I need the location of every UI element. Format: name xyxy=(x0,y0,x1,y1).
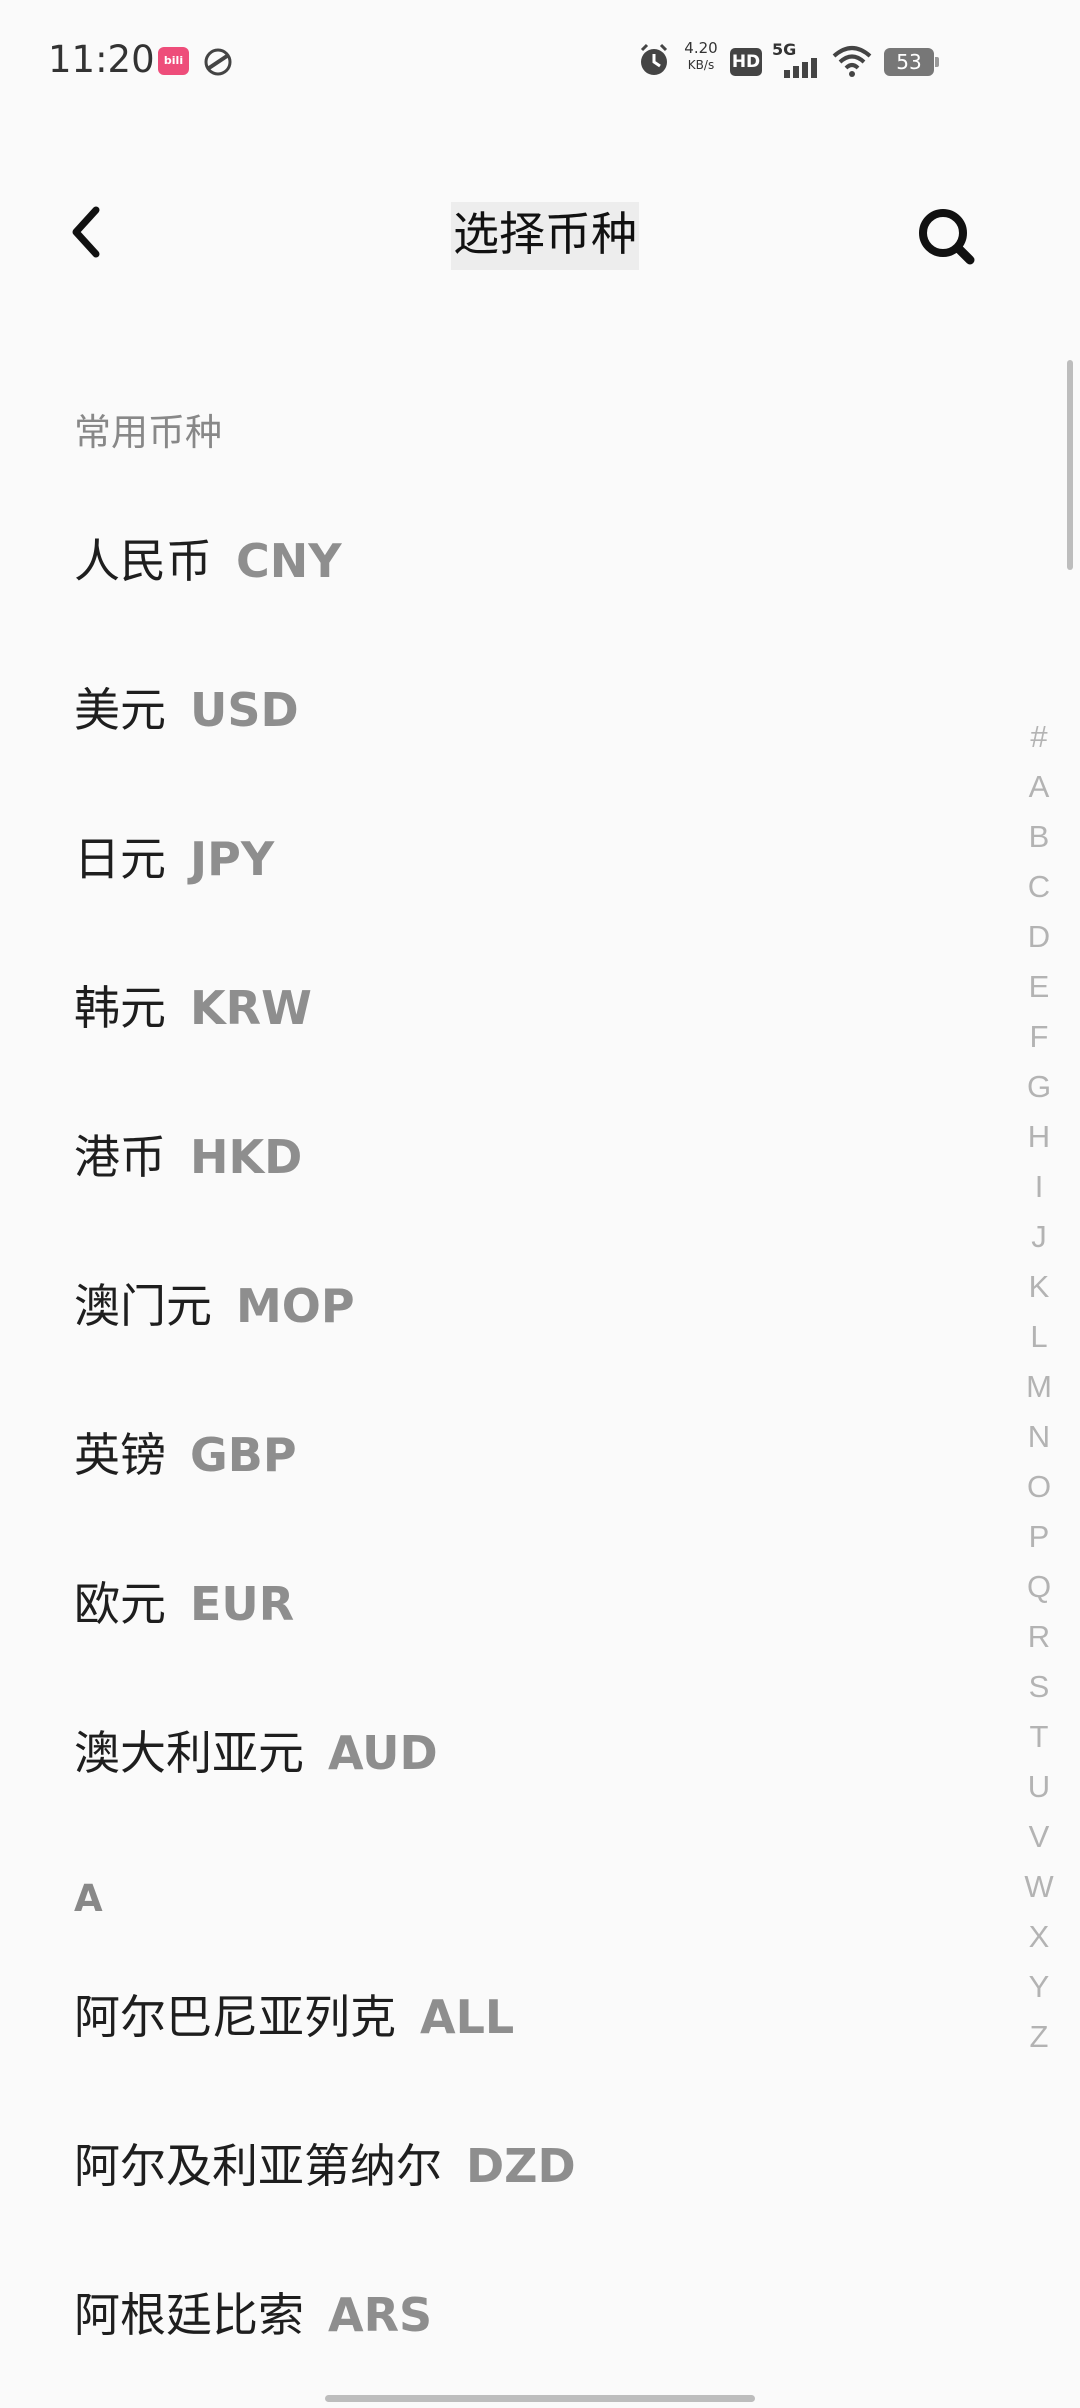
currency-row-gbp[interactable]: 英镑 GBP xyxy=(0,1398,1010,1547)
home-indicator[interactable] xyxy=(325,2395,755,2402)
search-button[interactable] xyxy=(910,200,982,272)
currency-name: 美元 xyxy=(74,683,166,737)
currency-row-usd[interactable]: 美元 USD xyxy=(0,653,1010,802)
index-letter[interactable]: F xyxy=(1018,1012,1060,1062)
currency-row-eur[interactable]: 欧元 EUR xyxy=(0,1547,1010,1696)
network-speed-value: 4.20 xyxy=(684,39,718,57)
index-letter[interactable]: G xyxy=(1018,1062,1060,1112)
index-letter[interactable]: J xyxy=(1018,1212,1060,1262)
search-icon xyxy=(919,209,975,265)
wifi-icon xyxy=(832,46,872,77)
index-letter[interactable]: B xyxy=(1018,812,1060,862)
currency-name: 阿根廷比索 xyxy=(74,2288,304,2342)
network-speed-unit: KB/s xyxy=(687,58,715,72)
currency-row-all[interactable]: 阿尔巴尼亚列克 ALL xyxy=(0,1959,1010,2108)
index-letter[interactable]: D xyxy=(1018,912,1060,962)
currency-row-aud[interactable]: 澳大利亚元 AUD xyxy=(0,1696,1010,1845)
app-notification-icon xyxy=(204,48,232,76)
index-letter[interactable]: A xyxy=(1018,762,1060,812)
currency-name: 阿尔巴尼亚列克 xyxy=(74,1990,396,2044)
currency-name: 人民币 xyxy=(74,534,212,588)
currency-row-cny[interactable]: 人民币 CNY xyxy=(0,504,1010,653)
index-letter[interactable]: V xyxy=(1018,1812,1060,1862)
index-letter[interactable]: W xyxy=(1018,1862,1060,1912)
index-letter[interactable]: P xyxy=(1018,1512,1060,1562)
currency-code: HKD xyxy=(190,1130,303,1184)
page-title: 选择币种 xyxy=(451,202,639,270)
status-bar: 11:20 bili 4.20 KB/s HD 5G 53 xyxy=(0,0,1080,120)
hd-badge: HD xyxy=(730,48,762,76)
currency-code: KRW xyxy=(190,981,312,1035)
index-letter[interactable]: N xyxy=(1018,1412,1060,1462)
index-letter[interactable]: L xyxy=(1018,1312,1060,1362)
currency-name: 欧元 xyxy=(74,1577,166,1631)
currency-row-jpy[interactable]: 日元 JPY xyxy=(0,802,1010,951)
index-letter[interactable]: C xyxy=(1018,862,1060,912)
back-button[interactable] xyxy=(60,196,120,268)
currency-code: EUR xyxy=(190,1577,295,1631)
index-letter[interactable]: E xyxy=(1018,962,1060,1012)
currency-name: 韩元 xyxy=(74,981,166,1035)
currency-code: ARS xyxy=(328,2288,433,2342)
status-time: 11:20 xyxy=(48,38,155,81)
index-letter[interactable]: U xyxy=(1018,1762,1060,1812)
currency-name: 日元 xyxy=(74,832,166,886)
currency-name: 港币 xyxy=(74,1130,166,1184)
currency-name: 澳大利亚元 xyxy=(74,1726,304,1780)
index-letter[interactable]: S xyxy=(1018,1662,1060,1712)
currency-row-dzd[interactable]: 阿尔及利亚第纳尔 DZD xyxy=(0,2108,1010,2257)
currency-code: MOP xyxy=(236,1279,355,1333)
currency-code: GBP xyxy=(190,1428,297,1482)
signal-icon: 5G xyxy=(772,40,822,80)
currency-code: USD xyxy=(190,683,299,737)
index-letter[interactable]: H xyxy=(1018,1112,1060,1162)
currency-code: ALL xyxy=(420,1990,515,2044)
network-speed: 4.20 KB/s xyxy=(680,40,722,80)
index-letter[interactable]: X xyxy=(1018,1912,1060,1962)
bilibili-app-icon: bili xyxy=(158,47,189,75)
index-letter[interactable]: Q xyxy=(1018,1562,1060,1612)
alarm-icon xyxy=(640,43,668,75)
index-letter[interactable]: O xyxy=(1018,1462,1060,1512)
index-letter[interactable]: T xyxy=(1018,1712,1060,1762)
section-header-common: 常用币种 xyxy=(74,411,222,454)
index-letter[interactable]: R xyxy=(1018,1612,1060,1662)
chevron-left-icon xyxy=(72,206,100,258)
currency-code: AUD xyxy=(328,1726,438,1780)
currency-name: 澳门元 xyxy=(74,1279,212,1333)
index-letter[interactable]: Z xyxy=(1018,2012,1060,2062)
currency-row-mop[interactable]: 澳门元 MOP xyxy=(0,1249,1010,1398)
alphabet-index[interactable]: # A B C D E F G H I J K L M N O P Q R S … xyxy=(1018,712,1060,2062)
signal-bars-icon xyxy=(784,58,817,78)
index-letter[interactable]: Y xyxy=(1018,1962,1060,2012)
currency-row-krw[interactable]: 韩元 KRW xyxy=(0,951,1010,1100)
currency-name: 英镑 xyxy=(74,1428,166,1482)
section-header-a: A xyxy=(74,1877,103,1920)
battery-tip xyxy=(935,57,939,67)
currency-code: JPY xyxy=(190,832,275,886)
battery-level: 53 xyxy=(884,48,934,76)
currency-row-hkd[interactable]: 港币 HKD xyxy=(0,1100,1010,1249)
index-letter[interactable]: # xyxy=(1018,712,1060,762)
currency-name: 阿尔及利亚第纳尔 xyxy=(74,2139,442,2193)
battery-icon: 53 xyxy=(884,48,939,76)
index-letter[interactable]: K xyxy=(1018,1262,1060,1312)
scrollbar[interactable] xyxy=(1067,360,1073,570)
currency-code: CNY xyxy=(236,534,342,588)
index-letter[interactable]: M xyxy=(1018,1362,1060,1412)
index-letter[interactable]: I xyxy=(1018,1162,1060,1212)
currency-code: DZD xyxy=(466,2139,576,2193)
currency-row-ars[interactable]: 阿根廷比索 ARS xyxy=(0,2257,1010,2406)
